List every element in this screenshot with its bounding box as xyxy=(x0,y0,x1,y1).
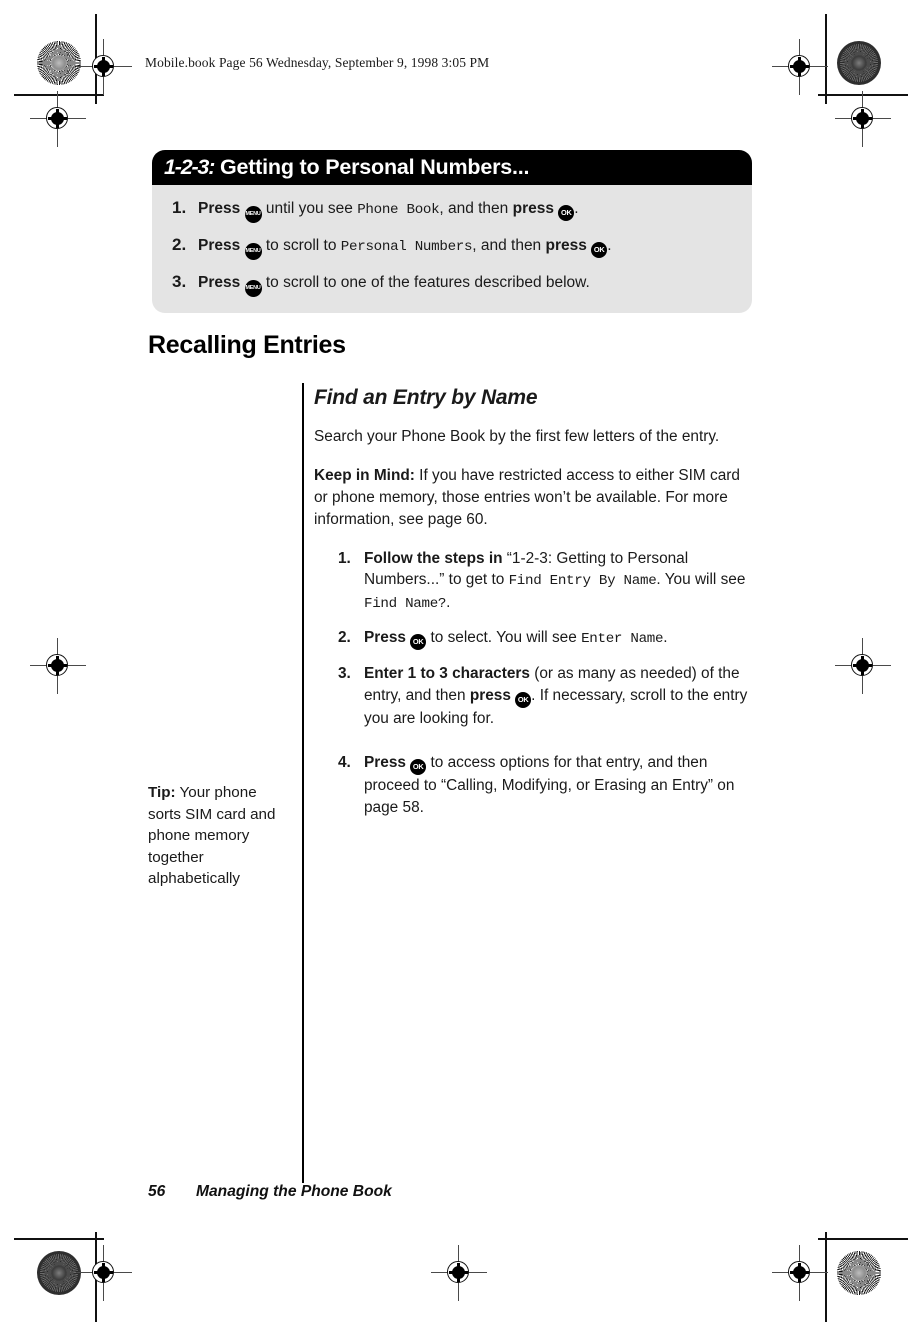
menu-key-icon: MENU xyxy=(244,206,262,223)
procedure-list: 1. Follow the steps in “1-2-3: Getting t… xyxy=(314,548,749,820)
list-item-number: 1. xyxy=(338,549,351,567)
step-tail-text: , and then xyxy=(472,237,546,254)
screen-text: Enter Name xyxy=(581,630,664,647)
keep-in-mind-paragraph: Keep in Mind: If you have restricted acc… xyxy=(314,465,749,531)
press-label-2: press xyxy=(512,200,554,217)
ok-key-icon: OK xyxy=(515,691,532,708)
ok-key-icon: OK xyxy=(410,759,427,776)
rosette-mark-top-left xyxy=(37,41,81,85)
callout-step-text: Press MENU to scroll to one of the featu… xyxy=(198,273,738,297)
list-item-number: 3. xyxy=(338,664,351,682)
registration-mark-top-right xyxy=(772,39,828,95)
callout-step: 3. Press MENU to scroll to one of the fe… xyxy=(166,271,738,297)
list-item: 2. Press OK to select. You will see Ente… xyxy=(314,627,749,650)
step-mid-text: to scroll to xyxy=(261,237,341,254)
rosette-mark-bottom-right xyxy=(837,1251,881,1295)
trim-line-bottom-left-horizontal xyxy=(14,1238,104,1240)
registration-mark-top-right-lower xyxy=(835,91,891,147)
list-item-bold-lead: Follow the steps in xyxy=(364,549,503,567)
list-item-number: 2. xyxy=(338,628,351,646)
list-item-part1: to select. You will see xyxy=(426,628,582,646)
screen-text: Personal Numbers xyxy=(340,239,473,255)
registration-mark-top-left xyxy=(76,39,132,95)
page-footer: 56 Managing the Phone Book xyxy=(148,1183,392,1201)
list-item-text: Follow the steps in “1-2-3: Getting to P… xyxy=(364,548,749,614)
callout-step-text: Press MENU until you see Phone Book, and… xyxy=(198,199,738,223)
list-item-bold-mid: press xyxy=(469,686,511,704)
callout-body: 1. Press MENU until you see Phone Book, … xyxy=(152,185,752,313)
registration-mark-left-middle xyxy=(30,638,86,694)
tip-label: Tip: xyxy=(148,784,176,801)
screen-text: Find Entry By Name xyxy=(508,573,657,590)
list-item-bold-lead: Press xyxy=(364,754,406,772)
ok-key-icon: OK xyxy=(410,633,427,650)
press-label: Press xyxy=(198,274,241,291)
margin-tip: Tip: Your phone sorts SIM card and phone… xyxy=(148,782,288,890)
column-divider-rule xyxy=(302,383,304,1183)
list-item-text: Press OK to access options for that entr… xyxy=(364,752,749,819)
screen-text-2: Find Name? xyxy=(364,595,447,612)
registration-mark-bottom-center xyxy=(431,1245,487,1301)
list-item-text: Press OK to select. You will see Enter N… xyxy=(364,627,749,650)
press-label: Press xyxy=(198,237,241,254)
callout-header-number: 1-2-3: xyxy=(164,155,215,179)
list-item-part2: . You will see xyxy=(656,571,746,589)
intro-paragraph: Search your Phone Book by the first few … xyxy=(314,428,720,445)
step-mid-text: until you see xyxy=(261,200,358,217)
list-item-part2: . xyxy=(663,628,668,646)
subsection-title: Find an Entry by Name xyxy=(314,386,538,409)
step-end-text: . xyxy=(574,200,579,217)
press-label: Press xyxy=(198,200,241,217)
running-header: Mobile.book Page 56 Wednesday, September… xyxy=(145,55,490,70)
footer-section-name: Managing the Phone Book xyxy=(196,1183,392,1200)
step-mid-text: to scroll to one of the features describ… xyxy=(261,274,590,291)
ok-key-icon: OK xyxy=(591,242,608,258)
rosette-mark-bottom-left xyxy=(37,1251,81,1295)
list-item-number: 4. xyxy=(338,754,351,772)
ok-key-icon: OK xyxy=(558,205,575,221)
callout-step-text: Press MENU to scroll to Personal Numbers… xyxy=(198,236,738,260)
callout-header-title: Getting to Personal Numbers... xyxy=(219,155,530,179)
rosette-mark-top-right xyxy=(837,41,881,85)
callout-step-number: 3. xyxy=(172,272,187,291)
callout-step: 1. Press MENU until you see Phone Book, … xyxy=(166,197,738,223)
registration-mark-bottom-right xyxy=(772,1245,828,1301)
callout-header: 1-2-3: Getting to Personal Numbers... xyxy=(152,150,752,185)
menu-key-icon: MENU xyxy=(244,243,262,260)
registration-mark-bottom-left xyxy=(76,1245,132,1301)
callout-step-number: 1. xyxy=(172,198,187,217)
registration-mark-right-middle xyxy=(835,638,891,694)
menu-key-icon: MENU xyxy=(244,280,262,297)
one-two-three-callout: 1-2-3: Getting to Personal Numbers... 1.… xyxy=(152,150,752,313)
list-item-part3: . xyxy=(446,593,451,611)
callout-step-number: 2. xyxy=(172,235,187,254)
trim-line-bottom-right-horizontal xyxy=(818,1238,908,1240)
list-item: 1. Follow the steps in “1-2-3: Getting t… xyxy=(314,548,749,614)
main-content-column: Find an Entry by Name Search your Phone … xyxy=(314,386,749,832)
page-title: Recalling Entries xyxy=(148,331,346,359)
callout-step: 2. Press MENU to scroll to Personal Numb… xyxy=(166,234,738,260)
list-item: 3. Enter 1 to 3 characters (or as many a… xyxy=(314,663,749,730)
registration-mark-top-left-lower xyxy=(30,91,86,147)
page-canvas: Mobile.book Page 56 Wednesday, September… xyxy=(0,0,919,1332)
list-item-text: Enter 1 to 3 characters (or as many as n… xyxy=(364,663,749,730)
list-item-bold-lead: Press xyxy=(364,628,406,646)
press-label-2: press xyxy=(545,237,587,254)
list-item: 4. Press OK to access options for that e… xyxy=(314,752,749,819)
screen-text: Phone Book xyxy=(357,202,440,218)
step-tail-text: , and then xyxy=(439,200,513,217)
step-end-text: . xyxy=(607,237,612,254)
footer-page-number: 56 xyxy=(148,1183,166,1200)
keep-in-mind-label: Keep in Mind: xyxy=(314,466,415,484)
list-item-bold-lead: Enter 1 to 3 characters xyxy=(364,664,530,682)
